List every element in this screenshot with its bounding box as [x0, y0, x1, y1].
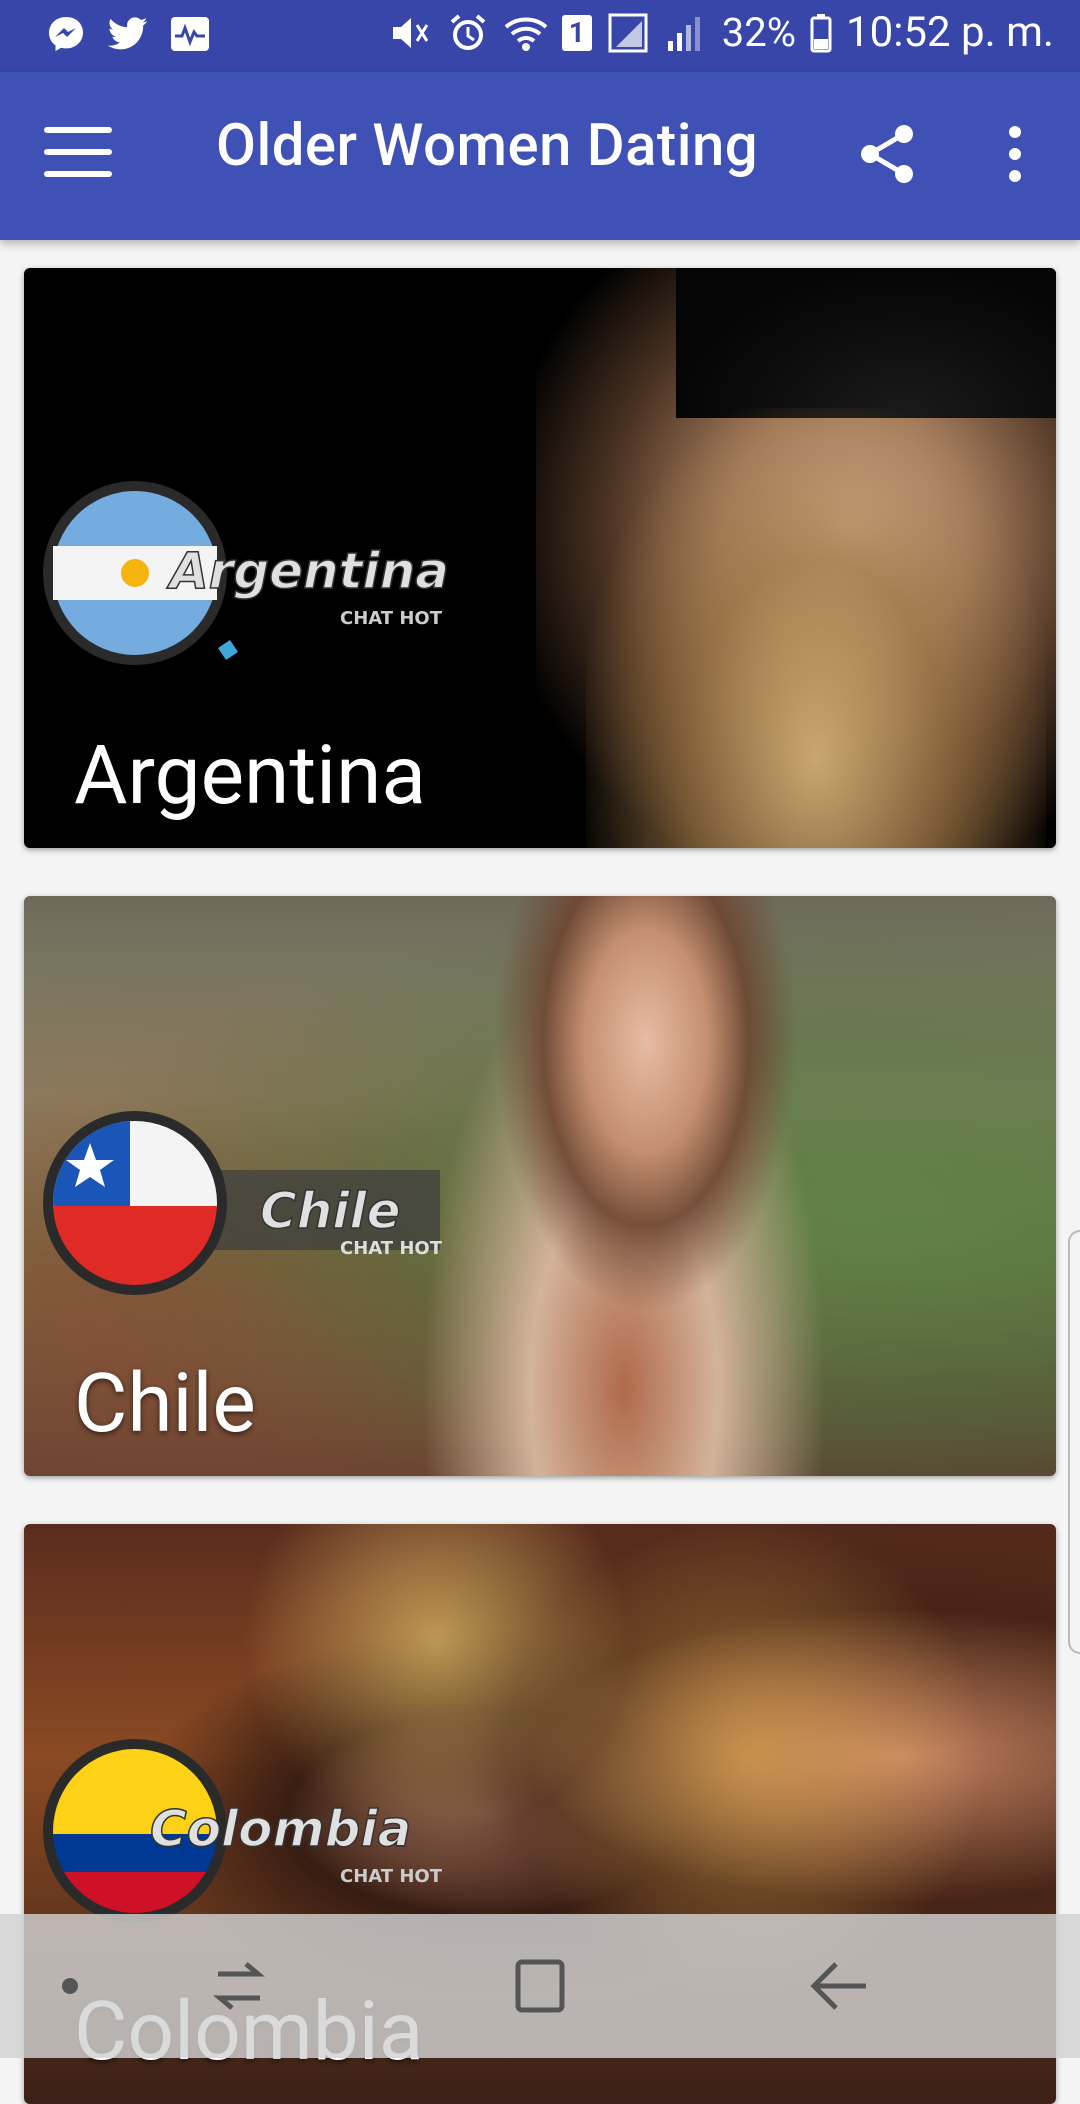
hamburger-line [44, 171, 112, 177]
app-bar: Older Women Dating [0, 72, 1080, 240]
svg-text:Colombia: Colombia [150, 1800, 411, 1858]
alarm-icon [446, 11, 490, 55]
argentina-chat-logo: Argentina CHAT HOT [43, 481, 450, 665]
card-label: Argentina [74, 728, 426, 824]
home-icon [515, 1959, 565, 2013]
battery-percent: 32% [721, 9, 796, 56]
chile-chat-logo: Chile CHAT HOT [43, 1111, 443, 1295]
pulse-app-icon [168, 12, 212, 56]
country-card-argentina[interactable]: Argentina CHAT HOT Argentina [24, 268, 1056, 848]
nav-dot-button[interactable] [40, 1954, 120, 2018]
card-label: Chile [74, 1356, 256, 1452]
dot-icon [62, 1978, 78, 1994]
hair-shape [586, 408, 1046, 848]
signal-box-icon [606, 11, 650, 55]
person-shape [404, 896, 844, 1476]
hamburger-line [44, 149, 112, 155]
mute-icon [388, 11, 432, 55]
country-card-chile[interactable]: Chile CHAT HOT Chile [24, 896, 1056, 1476]
recents-icon [213, 1962, 265, 2010]
share-icon [861, 125, 913, 183]
recent-apps-button[interactable] [200, 1954, 280, 2018]
svg-text:CHAT HOT: CHAT HOT [340, 608, 443, 629]
back-button[interactable] [800, 1954, 880, 2018]
more-vert-icon [1009, 126, 1021, 182]
twitter-icon [106, 12, 150, 56]
share-button[interactable] [856, 122, 920, 186]
svg-text:Argentina: Argentina [166, 542, 449, 600]
cell-signal-icon [664, 11, 708, 55]
country-list: Argentina CHAT HOT Argentina Chile CHAT … [0, 240, 1080, 2104]
scroll-indicator[interactable] [1068, 1230, 1080, 1654]
menu-drawer-button[interactable] [44, 127, 112, 181]
svg-text:Chile: Chile [260, 1182, 400, 1240]
battery-icon [810, 11, 832, 55]
clock: 10:52 p. m. [846, 8, 1054, 57]
wifi-icon [504, 11, 548, 55]
page-title: Older Women Dating [216, 112, 759, 180]
svg-text:CHAT HOT: CHAT HOT [340, 1238, 443, 1259]
system-nav-bar [0, 1914, 1080, 2058]
status-bar: 1 32% 10:52 p. m. [0, 0, 1080, 72]
messenger-icon [44, 12, 88, 56]
hamburger-line [44, 127, 112, 133]
home-button[interactable] [500, 1954, 580, 2018]
hat-shape [676, 268, 1056, 418]
colombia-chat-logo: Colombia CHAT HOT [43, 1739, 443, 1923]
svg-text:CHAT HOT: CHAT HOT [340, 1866, 443, 1887]
sim-slot-badge: 1 [561, 14, 592, 51]
back-arrow-icon [810, 1962, 866, 2010]
overflow-menu-button[interactable] [1000, 122, 1030, 186]
